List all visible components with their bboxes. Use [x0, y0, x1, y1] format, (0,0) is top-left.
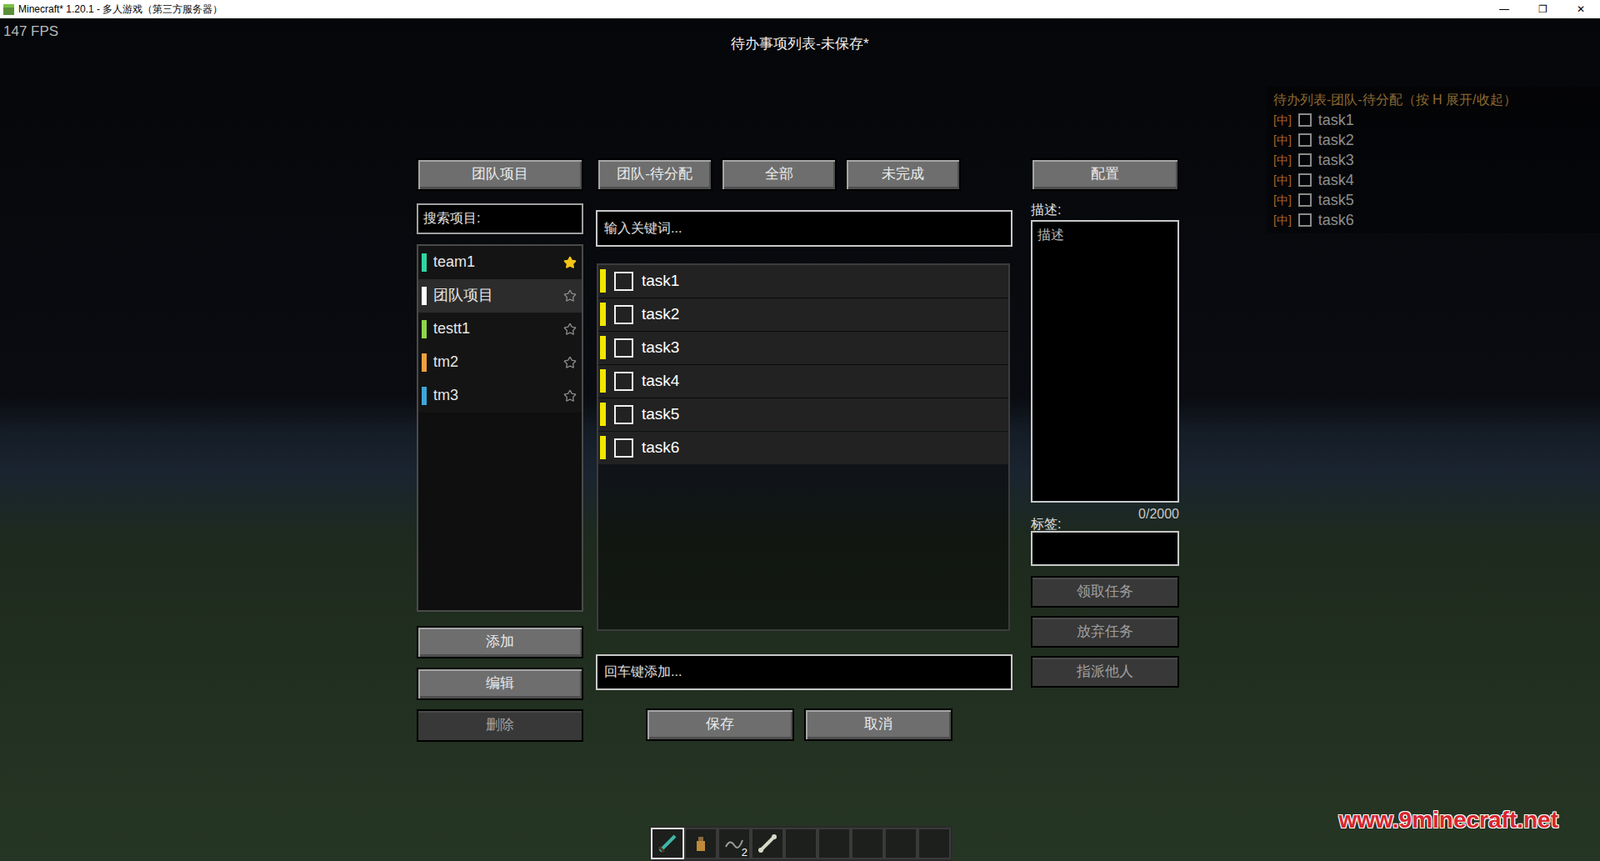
- project-item[interactable]: tm3: [418, 379, 582, 413]
- project-color-bar: [421, 386, 427, 405]
- favorite-star-icon[interactable]: [563, 289, 577, 303]
- filter-tab[interactable]: 全部: [720, 158, 837, 191]
- screen-title: 待办事项列表-未保存*: [730, 33, 869, 55]
- hud-title: 待办列表-团队-待分配（按 H 展开/收起）: [1273, 90, 1600, 110]
- project-list: team1团队项目testt1tm2tm3: [416, 244, 584, 612]
- filter-tab[interactable]: 团队-待分配: [596, 158, 713, 191]
- task-priority-bar: [600, 369, 606, 393]
- sword-icon: [655, 831, 680, 855]
- todo-screen: 团队项目搜索项目:team1团队项目testt1tm2tm3添加编辑删除团队-待…: [0, 158, 1600, 742]
- fps-counter: 147 FPS: [3, 20, 59, 43]
- hud-task-item: [中]task3: [1273, 150, 1600, 170]
- window-control-button[interactable]: ✕: [1561, 0, 1600, 19]
- bottle-icon: [689, 831, 713, 855]
- cancel-button[interactable]: 取消: [804, 708, 953, 741]
- character-counter: 0/2000: [1138, 505, 1180, 523]
- hotbar-slot[interactable]: [784, 827, 818, 860]
- project-item[interactable]: testt1: [418, 312, 582, 346]
- task-action-button[interactable]: 放弃任务: [1030, 615, 1180, 648]
- task-priority-bar: [600, 302, 606, 326]
- minecraft-window: Minecraft* 1.20.1 - 多人游戏（第三方服务器） —❐✕ 147 F…: [0, 0, 1600, 861]
- task-action-button[interactable]: 领取任务: [1030, 575, 1180, 608]
- hotbar-slot[interactable]: [817, 827, 851, 860]
- project-color-bar: [421, 253, 427, 272]
- watermark: www.9minecraft.net: [1339, 802, 1559, 838]
- hotbar-slot[interactable]: [917, 827, 951, 860]
- new-task-field[interactable]: 回车键添加...: [595, 654, 1013, 690]
- hud-checkbox[interactable]: [1298, 193, 1312, 207]
- window-title: Minecraft* 1.20.1 - 多人游戏（第三方服务器）: [18, 1, 223, 17]
- projects-button[interactable]: 团队项目: [416, 158, 584, 191]
- project-item[interactable]: 团队项目: [418, 279, 582, 313]
- task-row[interactable]: task5: [598, 398, 1009, 431]
- hud-task-item: [中]task5: [1273, 190, 1600, 210]
- task-checkbox[interactable]: [614, 371, 634, 391]
- task-checkbox[interactable]: [614, 438, 634, 458]
- hotbar: 2: [649, 825, 953, 861]
- task-priority-bar: [600, 402, 606, 426]
- favorite-star-icon[interactable]: [563, 255, 577, 270]
- hud-task-item: [中]task1: [1273, 110, 1600, 130]
- hotbar-slot[interactable]: [884, 827, 918, 860]
- window-control-button[interactable]: ❐: [1523, 0, 1562, 19]
- game-view: 147 FPS待办事项列表-未保存*团队项目搜索项目:team1团队项目test…: [0, 18, 1600, 861]
- filter-tabs: 团队-待分配全部未完成: [595, 158, 1013, 191]
- tags-label: 标签:: [1030, 515, 1061, 533]
- hotbar-slot[interactable]: [650, 827, 685, 860]
- task-priority-bar: [600, 435, 606, 460]
- project-action-button[interactable]: 添加: [416, 625, 584, 659]
- task-checkbox[interactable]: [614, 338, 634, 358]
- hotbar-slot[interactable]: [750, 827, 785, 860]
- task-checkbox[interactable]: [614, 405, 634, 425]
- hud-task-item: [中]task2: [1273, 130, 1600, 150]
- task-row[interactable]: task4: [598, 365, 1009, 398]
- favorite-star-icon[interactable]: [563, 389, 577, 403]
- hud-task-item: [中]task6: [1273, 210, 1600, 230]
- task-priority-bar: [600, 269, 606, 293]
- bone-icon: [755, 831, 780, 855]
- tags-field[interactable]: [1030, 530, 1180, 566]
- title-bar: Minecraft* 1.20.1 - 多人游戏（第三方服务器） —❐✕: [0, 0, 1600, 19]
- favorite-star-icon[interactable]: [563, 322, 577, 336]
- task-checkbox[interactable]: [614, 305, 634, 325]
- task-row[interactable]: task2: [598, 298, 1009, 331]
- project-action-button[interactable]: 编辑: [416, 667, 584, 700]
- task-checkbox[interactable]: [614, 271, 634, 291]
- project-action-button[interactable]: 删除: [416, 709, 584, 742]
- hud-checkbox[interactable]: [1298, 153, 1312, 167]
- hud-task-item: [中]task4: [1273, 170, 1600, 190]
- task-row[interactable]: task6: [598, 431, 1009, 465]
- task-list: task1task2task3task4task5task6: [596, 263, 1010, 631]
- description-field[interactable]: 描述: [1030, 220, 1180, 503]
- favorite-star-icon[interactable]: [563, 355, 577, 370]
- hotbar-slot[interactable]: 2: [717, 827, 751, 860]
- task-row[interactable]: task3: [598, 331, 1009, 365]
- project-color-bar: [421, 320, 427, 339]
- project-search-field[interactable]: 搜索项目:: [416, 203, 584, 235]
- hotbar-slot[interactable]: [850, 827, 885, 860]
- task-search-field[interactable]: 输入关键词...: [595, 210, 1013, 247]
- hud-checkbox[interactable]: [1298, 113, 1312, 127]
- hud-checkbox[interactable]: [1298, 213, 1312, 227]
- hud-checkbox[interactable]: [1298, 133, 1312, 147]
- save-button[interactable]: 保存: [645, 708, 795, 741]
- description-label: 描述:: [1030, 199, 1180, 220]
- task-priority-bar: [600, 335, 606, 360]
- project-item[interactable]: team1: [418, 245, 582, 280]
- hotbar-slot[interactable]: [684, 827, 718, 860]
- hud-checkbox[interactable]: [1298, 173, 1312, 187]
- todo-hud: 待办列表-团队-待分配（按 H 展开/收起）[中]task1[中]task2[中…: [1266, 86, 1600, 234]
- window-control-button[interactable]: —: [1485, 0, 1524, 19]
- task-row[interactable]: task1: [598, 265, 1009, 298]
- project-color-bar: [421, 286, 427, 305]
- grass-block-icon: [3, 4, 15, 15]
- task-action-button[interactable]: 指派他人: [1030, 655, 1180, 688]
- project-item[interactable]: tm2: [418, 345, 582, 380]
- filter-tab[interactable]: 未完成: [845, 158, 961, 191]
- config-button[interactable]: 配置: [1030, 158, 1180, 191]
- item-count: 2: [741, 846, 748, 858]
- project-color-bar: [421, 353, 427, 372]
